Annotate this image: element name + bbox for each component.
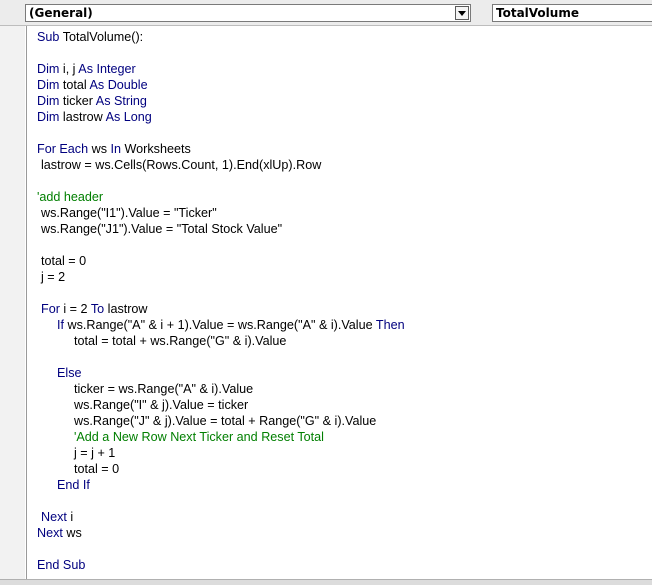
code-line[interactable]: End If [37, 477, 405, 493]
object-dropdown-value: (General) [29, 6, 93, 20]
procedure-dropdown[interactable]: TotalVolume [492, 4, 652, 22]
code-line[interactable]: 'add header [37, 189, 405, 205]
code-text: j = 2 [41, 270, 66, 284]
code-line[interactable]: Dim ticker As String [37, 93, 405, 109]
code-keyword: As [78, 62, 93, 76]
code-line[interactable]: Dim total As Double [37, 77, 405, 93]
code-line[interactable]: ws.Range("J1").Value = "Total Stock Valu… [37, 221, 405, 237]
code-line[interactable]: Dim i, j As Integer [37, 61, 405, 77]
code-keyword: Else [57, 366, 82, 380]
code-text: Worksheets [121, 142, 191, 156]
code-text: ws.Range("A" & i + 1).Value = ws.Range("… [64, 318, 376, 332]
code-line[interactable] [37, 45, 405, 61]
code-keyword: As [89, 78, 105, 92]
code-text: TotalVolume(): [59, 30, 144, 44]
margin-indicator-bar[interactable] [0, 26, 25, 581]
code-keyword: In [110, 142, 122, 156]
code-keyword: Each [59, 142, 89, 156]
code-keyword: Dim [37, 110, 60, 124]
code-line[interactable]: total = total + ws.Range("G" & i).Value [37, 333, 405, 349]
code-text: ws [88, 142, 111, 156]
code-text: ws.Range("J" & j).Value = total + Range(… [74, 414, 377, 428]
code-line[interactable]: ws.Range("J" & j).Value = total + Range(… [37, 413, 405, 429]
code-keyword: Next [41, 510, 67, 524]
code-keyword: Integer [96, 62, 136, 76]
code-text: lastrow [59, 110, 106, 124]
code-text: ws.Range("I" & j).Value = ticker [74, 398, 249, 412]
code-keyword: Then [375, 318, 405, 332]
code-text: total = 0 [41, 254, 87, 268]
code-line[interactable]: ws.Range("I" & j).Value = ticker [37, 397, 405, 413]
code-line[interactable] [37, 541, 405, 557]
code-line[interactable]: Next i [37, 509, 405, 525]
gutter-divider [26, 26, 27, 581]
code-text: ticker = ws.Range("A" & i).Value [74, 382, 254, 396]
code-window-toolbar: (General) TotalVolume [0, 0, 652, 26]
code-keyword: Next [37, 526, 63, 540]
code-line[interactable]: lastrow = ws.Cells(Rows.Count, 1).End(xl… [37, 157, 405, 173]
code-keyword: Dim [37, 62, 60, 76]
code-line[interactable]: total = 0 [37, 253, 405, 269]
code-line[interactable]: End Sub [37, 557, 405, 573]
code-keyword: For [37, 142, 56, 156]
code-keyword: Long [123, 110, 152, 124]
code-line[interactable]: total = 0 [37, 461, 405, 477]
code-text: ws [62, 526, 82, 540]
code-text: ticker [59, 94, 96, 108]
code-line[interactable]: Else [37, 365, 405, 381]
code-comment: 'Add a New Row Next Ticker and Reset Tot… [74, 430, 324, 444]
code-keyword: If [57, 318, 64, 332]
code-keyword: End [57, 478, 80, 492]
code-line[interactable] [37, 237, 405, 253]
code-text: j = j + 1 [74, 446, 116, 460]
code-line[interactable]: ws.Range("I1").Value = "Ticker" [37, 205, 405, 221]
code-text: i = 2 [59, 302, 91, 316]
code-text: i [66, 510, 74, 524]
code-line[interactable]: j = 2 [37, 269, 405, 285]
code-line[interactable] [37, 493, 405, 509]
code-keyword: As [95, 94, 111, 108]
code-text: ws.Range("J1").Value = "Total Stock Valu… [41, 222, 283, 236]
code-keyword: For [41, 302, 60, 316]
code-keyword: Double [107, 78, 148, 92]
chevron-down-icon[interactable] [455, 6, 469, 20]
code-line[interactable]: j = j + 1 [37, 445, 405, 461]
code-line[interactable] [37, 349, 405, 365]
code-keyword: Dim [37, 94, 60, 108]
object-dropdown[interactable]: (General) [25, 4, 471, 22]
code-text: total [59, 78, 90, 92]
code-line[interactable]: Sub TotalVolume(): [37, 29, 405, 45]
code-keyword: End [37, 558, 60, 572]
code-line[interactable] [37, 173, 405, 189]
code-line[interactable]: For i = 2 To lastrow [37, 301, 405, 317]
code-keyword: Sub [62, 558, 86, 572]
code-keyword: String [114, 94, 147, 108]
code-editor[interactable]: Sub TotalVolume(): Dim i, j As Integer Dim… [37, 29, 405, 573]
code-line[interactable]: For Each ws In Worksheets [37, 141, 405, 157]
code-keyword: Sub [37, 30, 60, 44]
code-text: i, j [59, 62, 79, 76]
code-text: total = total + ws.Range("G" & i).Value [74, 334, 287, 348]
code-text: lastrow = ws.Cells(Rows.Count, 1).End(xl… [41, 158, 322, 172]
code-keyword: Dim [37, 78, 60, 92]
code-line[interactable]: Next ws [37, 525, 405, 541]
procedure-dropdown-value: TotalVolume [496, 6, 579, 20]
code-text: total = 0 [74, 462, 120, 476]
bottom-scrollbar[interactable] [0, 579, 652, 585]
code-comment: 'add header [37, 190, 104, 204]
code-keyword: As [105, 110, 121, 124]
code-line[interactable]: ticker = ws.Range("A" & i).Value [37, 381, 405, 397]
code-line[interactable]: Dim lastrow As Long [37, 109, 405, 125]
code-line[interactable] [37, 285, 405, 301]
code-keyword: To [90, 302, 105, 316]
code-text: lastrow [104, 302, 148, 316]
code-line[interactable]: If ws.Range("A" & i + 1).Value = ws.Rang… [37, 317, 405, 333]
code-line[interactable]: 'Add a New Row Next Ticker and Reset Tot… [37, 429, 405, 445]
code-text: ws.Range("I1").Value = "Ticker" [41, 206, 217, 220]
code-line[interactable] [37, 125, 405, 141]
code-keyword: If [82, 478, 90, 492]
